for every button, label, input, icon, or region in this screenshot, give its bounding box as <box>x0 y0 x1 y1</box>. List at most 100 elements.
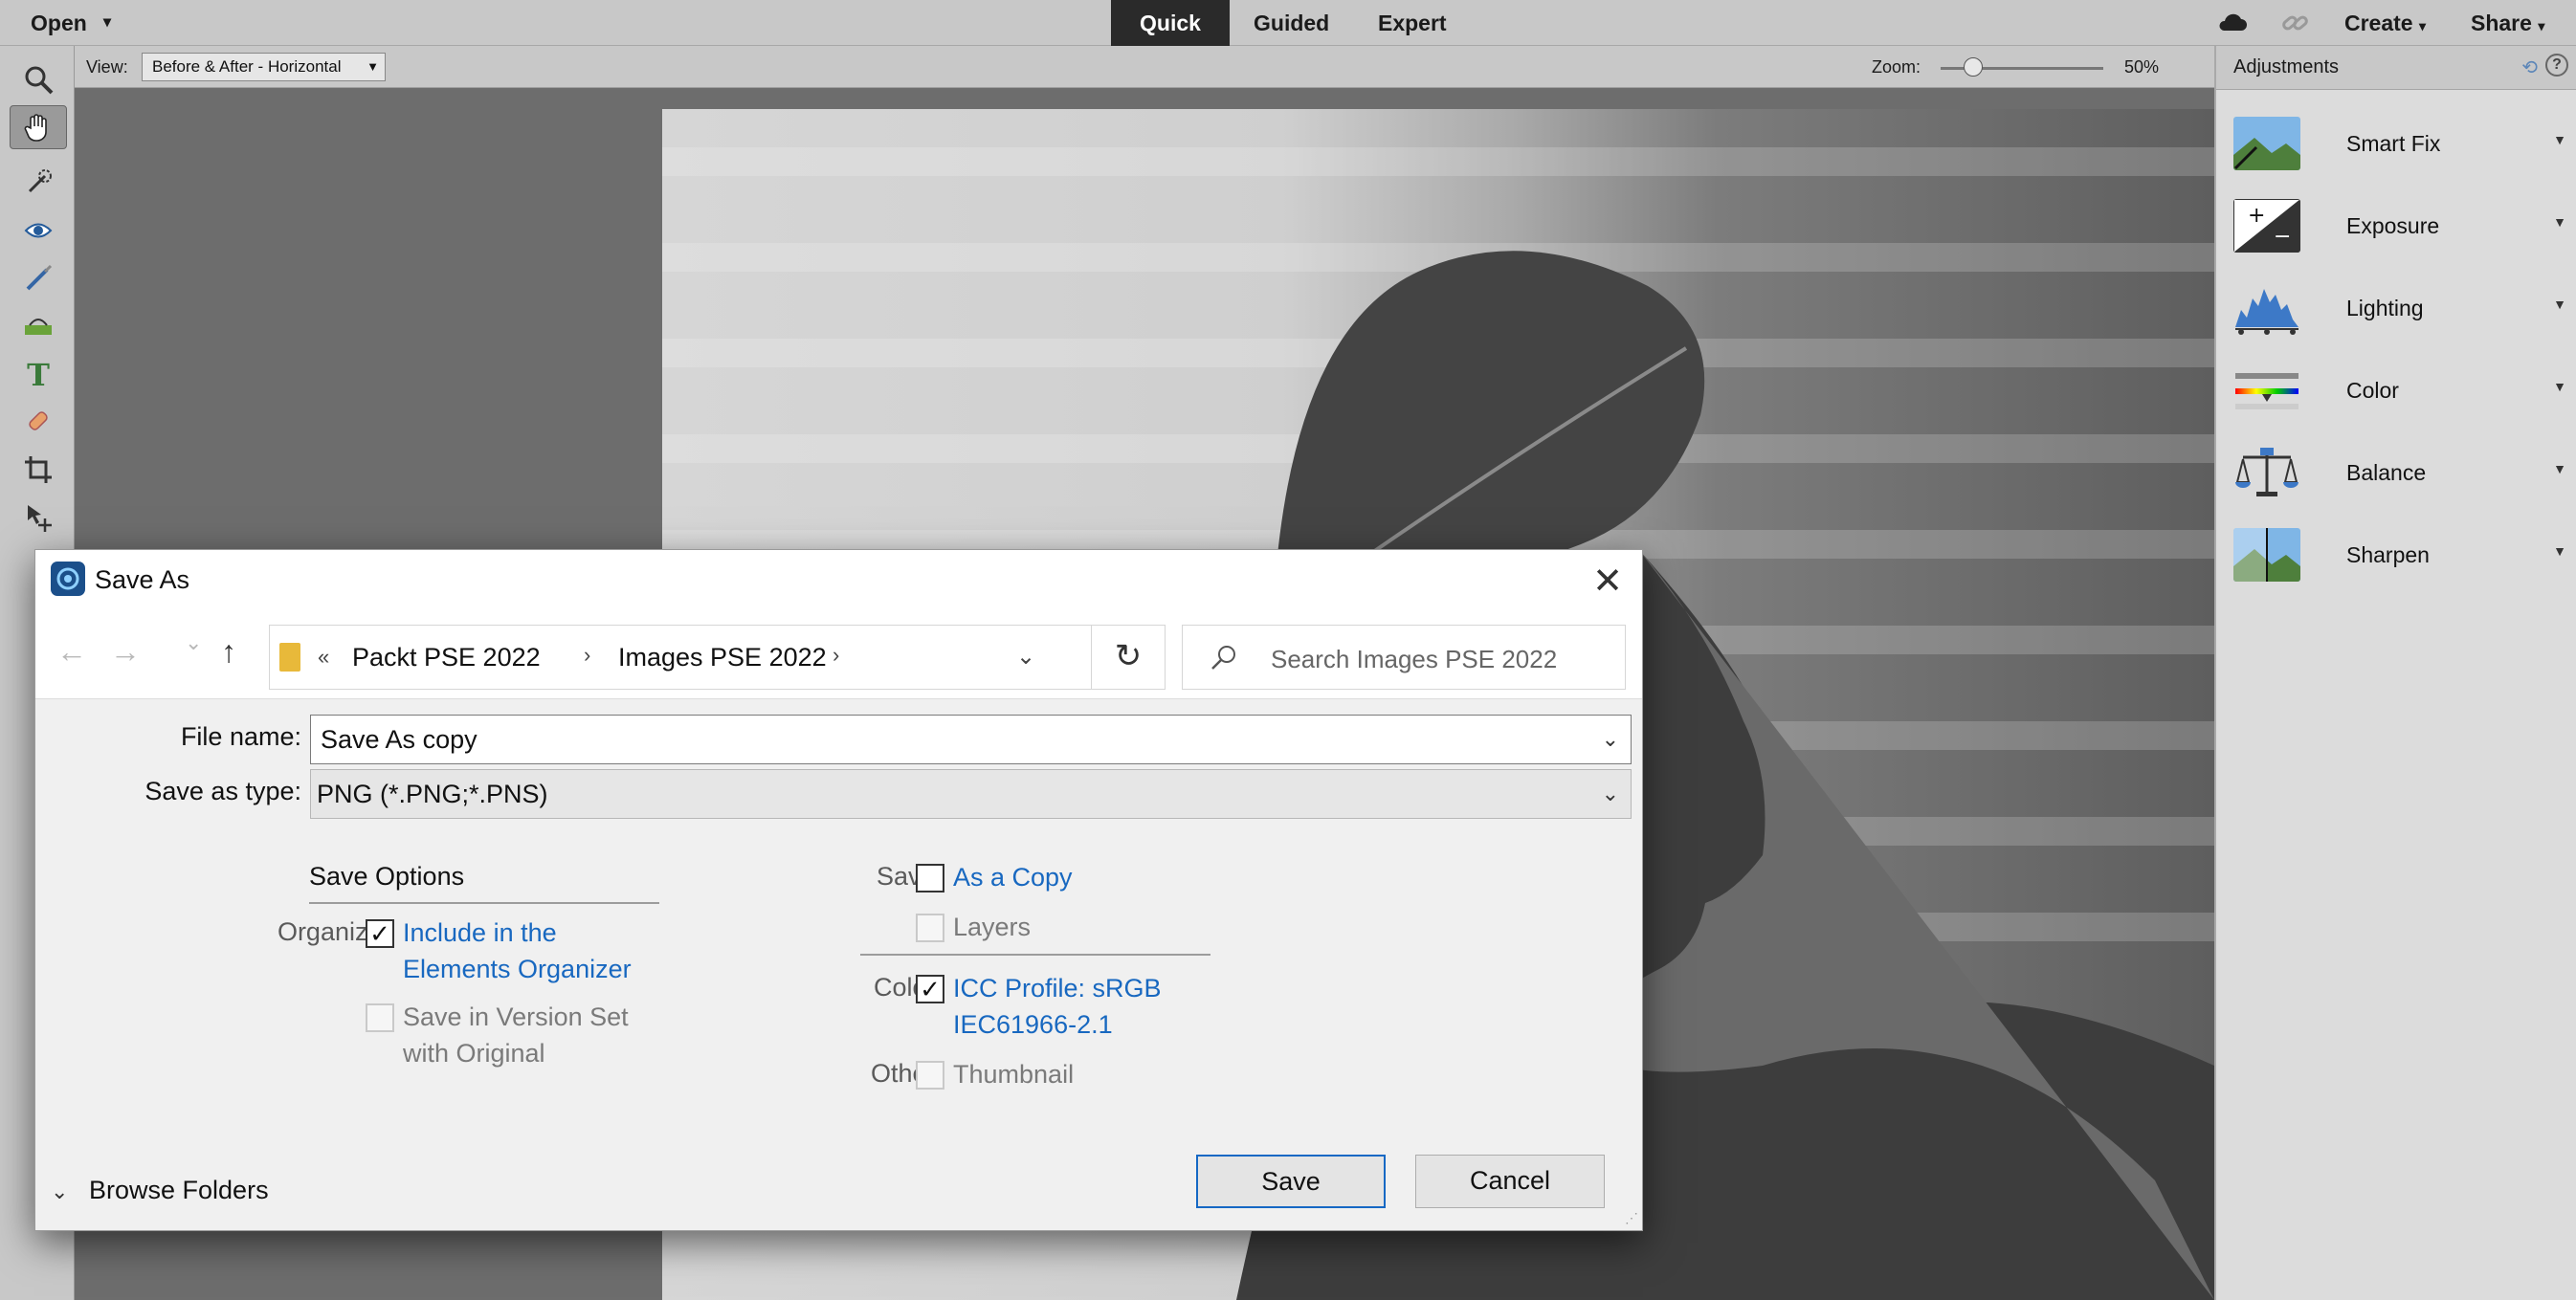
adjustments-panel: Adjustments ⟲ ? Smart Fix ▼ + − Exposure … <box>2214 46 2576 1300</box>
red-eye-icon[interactable] <box>10 209 67 253</box>
refresh-icon[interactable]: ↻ <box>1092 625 1166 690</box>
chevron-down-icon: ▼ <box>2553 543 2566 559</box>
address-bar[interactable]: « Packt PSE 2022 › Images PSE 2022 › ⌄ <box>269 625 1092 690</box>
panel-title: Adjustments <box>2233 56 2340 77</box>
thumbnail-label[interactable]: Thumbnail <box>953 1056 1074 1092</box>
adjustment-lighting[interactable]: Lighting ▼ <box>2216 270 2576 350</box>
chevron-down-icon[interactable]: ⌄ <box>1602 716 1619 763</box>
version-set-checkbox[interactable] <box>366 1003 394 1032</box>
icc-profile-checkbox[interactable]: ✓ <box>916 975 944 1003</box>
back-arrow-icon[interactable]: ← <box>56 634 87 670</box>
breadcrumb-separator-icon[interactable]: › <box>833 643 839 668</box>
share-button[interactable]: Share ▾ <box>2471 0 2544 46</box>
forward-arrow-icon[interactable]: → <box>110 634 141 670</box>
adjustment-label: Smart Fix <box>2346 131 2441 156</box>
divider <box>860 954 1210 956</box>
color-icon <box>2233 364 2300 417</box>
cloud-icon[interactable] <box>2216 0 2249 46</box>
thumbnail-checkbox[interactable] <box>916 1061 944 1090</box>
up-arrow-icon[interactable]: ↑ <box>221 634 236 670</box>
svg-text:T: T <box>27 358 50 390</box>
breadcrumb-images-pse-2022[interactable]: Images PSE 2022 <box>618 643 827 672</box>
link-icon[interactable] <box>2279 0 2312 46</box>
photoshop-elements-window: Open ▾ Quick Guided Expert Create ▾ Shar… <box>0 0 2576 1300</box>
adjustment-smart-fix[interactable]: Smart Fix ▼ <box>2216 105 2576 186</box>
chevron-down-icon: ▼ <box>2553 214 2566 230</box>
reset-icon[interactable]: ⟲ <box>2521 55 2538 79</box>
breadcrumb-separator-icon[interactable]: › <box>584 643 590 668</box>
divider <box>309 902 659 904</box>
dialog-titlebar: Save As ✕ <box>35 550 1642 611</box>
zoom-value: 50% <box>2124 57 2160 77</box>
save-as-type-label: Save as type: <box>144 777 301 805</box>
chevron-down-icon: ▼ <box>2553 132 2566 147</box>
open-button[interactable]: Open <box>31 0 87 46</box>
panel-header: Adjustments ⟲ ? <box>2216 46 2576 90</box>
resize-grip-icon[interactable]: ⋰ <box>1625 1210 1638 1226</box>
adjustment-color[interactable]: Color ▼ <box>2216 352 2576 432</box>
adjustment-label: Balance <box>2346 460 2427 485</box>
sharpen-icon <box>2233 528 2300 582</box>
svg-text:+: + <box>2248 204 2265 228</box>
file-name-field[interactable]: Save As copy ⌄ <box>310 715 1632 764</box>
close-icon[interactable]: ✕ <box>1592 560 1623 603</box>
breadcrumb-packt-pse-2022[interactable]: Packt PSE 2022 <box>352 643 541 672</box>
zoom-icon[interactable] <box>10 57 67 101</box>
dialog-title: Save As <box>95 565 190 594</box>
smart-fix-icon <box>2233 117 2300 170</box>
tab-expert[interactable]: Expert <box>1378 0 1447 46</box>
straighten-icon[interactable] <box>10 304 67 348</box>
top-menu-bar: Open ▾ Quick Guided Expert Create ▾ Shar… <box>0 0 2576 46</box>
spot-healing-icon[interactable] <box>10 400 67 444</box>
cancel-button[interactable]: Cancel <box>1415 1155 1605 1208</box>
chevron-down-icon[interactable]: ⌄ <box>1016 643 1035 671</box>
save-button[interactable]: Save <box>1196 1155 1386 1208</box>
as-a-copy-label[interactable]: As a Copy <box>953 859 1073 895</box>
include-organizer-checkbox[interactable]: ✓ <box>366 919 394 948</box>
layers-label[interactable]: Layers <box>953 909 1031 945</box>
adjustment-sharpen[interactable]: Sharpen ▼ <box>2216 517 2576 597</box>
help-icon[interactable]: ? <box>2545 54 2568 77</box>
zoom-label: Zoom: <box>1872 57 1921 77</box>
view-label: View: <box>86 57 128 77</box>
chevron-down-icon: ▼ <box>2553 379 2566 394</box>
dialog-navigation-bar: ← → ⌄ ↑ « Packt PSE 2022 › Images PSE 20… <box>35 611 1642 699</box>
layers-checkbox[interactable] <box>916 914 944 942</box>
elements-logo-icon <box>51 562 85 596</box>
browse-folders-toggle[interactable]: Browse Folders <box>89 1176 269 1205</box>
move-icon[interactable] <box>10 496 67 540</box>
save-as-type-select[interactable]: PNG (*.PNG;*.PNS) ⌄ <box>310 769 1632 819</box>
zoom-slider-thumb[interactable] <box>1964 57 1983 77</box>
as-a-copy-checkbox[interactable] <box>916 864 944 892</box>
recent-locations-icon[interactable]: ⌄ <box>185 630 202 655</box>
file-name-label: File name: <box>180 722 301 751</box>
version-set-label[interactable]: Save in Version Set with Original <box>403 999 629 1071</box>
exposure-icon: + − <box>2233 199 2300 253</box>
tab-guided[interactable]: Guided <box>1254 0 1329 46</box>
icc-profile-label[interactable]: ICC Profile: sRGB IEC61966-2.1 <box>953 970 1162 1043</box>
tab-quick[interactable]: Quick <box>1111 0 1230 46</box>
open-dropdown-icon[interactable]: ▾ <box>103 0 111 46</box>
tool-options-bar: View: Before & After - Horizontal ▼ Zoom:… <box>75 46 2214 88</box>
chevron-down-icon[interactable]: ⌄ <box>51 1179 68 1204</box>
chevron-down-icon[interactable]: ⌄ <box>1602 770 1619 818</box>
crop-icon[interactable] <box>10 448 67 492</box>
search-icon <box>1210 643 1238 678</box>
svg-text:−: − <box>2274 225 2291 249</box>
quick-selection-icon[interactable] <box>10 161 67 205</box>
view-select[interactable]: Before & After - Horizontal ▼ <box>142 53 386 81</box>
lighting-icon <box>2233 281 2300 335</box>
adjustment-label: Sharpen <box>2346 542 2430 567</box>
adjustment-balance[interactable]: Balance ▼ <box>2216 434 2576 515</box>
include-organizer-label[interactable]: Include in the Elements Organizer <box>403 914 632 987</box>
create-button[interactable]: Create ▾ <box>2344 0 2426 46</box>
search-input[interactable]: Search Images PSE 2022 <box>1182 625 1626 690</box>
type-icon[interactable]: T <box>10 352 67 396</box>
chevron-down-icon: ▼ <box>2553 297 2566 312</box>
whiten-teeth-icon[interactable] <box>10 256 67 300</box>
adjustment-label: Color <box>2346 378 2399 403</box>
adjustment-exposure[interactable]: + − Exposure ▼ <box>2216 187 2576 268</box>
save-options-heading: Save Options <box>309 862 465 891</box>
overflow-chevron-icon[interactable]: « <box>318 645 329 670</box>
hand-icon[interactable] <box>10 105 67 149</box>
